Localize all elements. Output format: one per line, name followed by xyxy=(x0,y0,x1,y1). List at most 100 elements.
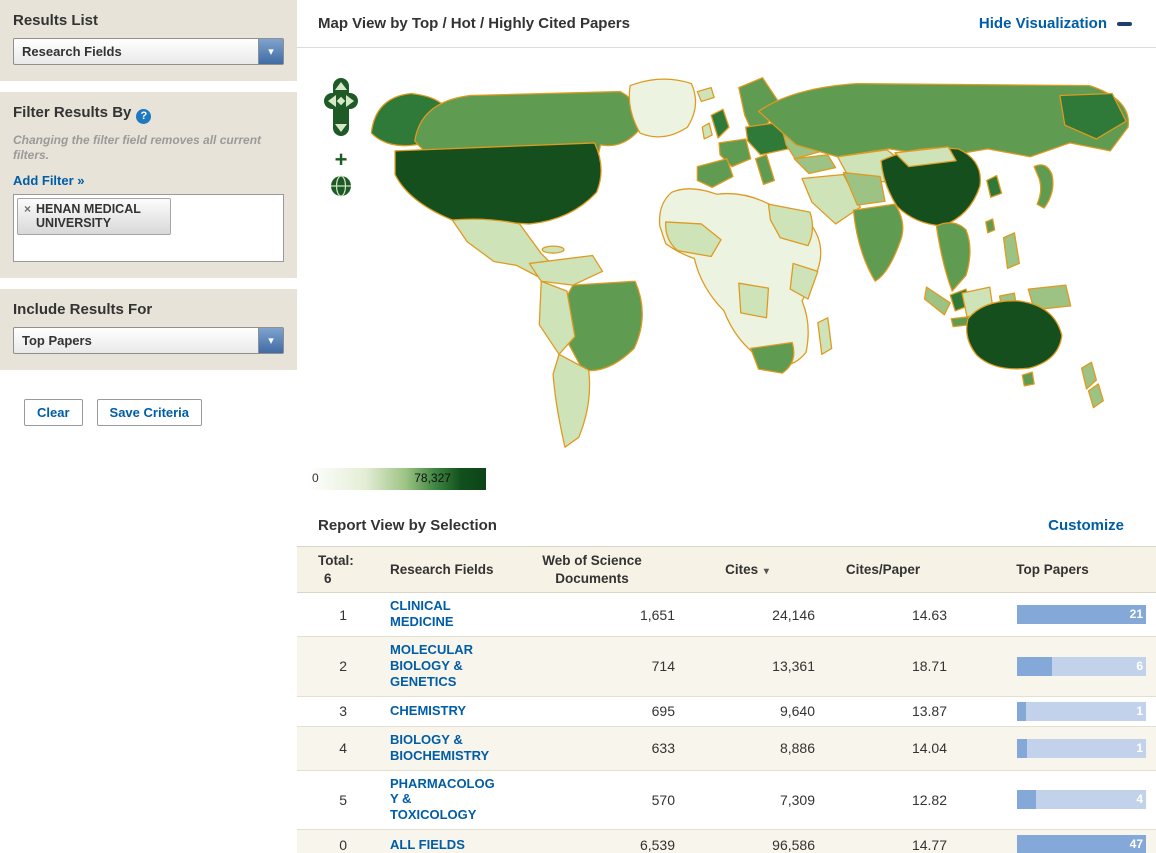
row-top-papers-cell: 1 xyxy=(949,697,1156,726)
country-new-zealand-north xyxy=(1080,361,1098,390)
research-field-link[interactable]: BIOLOGY & BIOCHEMISTRY xyxy=(390,732,498,764)
map-area: + 0 78,327 xyxy=(297,48,1156,505)
top-papers-bar-fill xyxy=(1017,701,1027,721)
sidebar: Results List Research Fields ▾ Filter Re… xyxy=(0,0,297,853)
remove-filter-icon[interactable]: × xyxy=(24,202,31,232)
row-cites-per-paper-value: 13.87 xyxy=(911,703,947,720)
hide-visualization-link[interactable]: Hide Visualization xyxy=(979,15,1132,32)
country-japan xyxy=(1033,164,1054,209)
research-fields-column-header[interactable]: Research Fields xyxy=(357,556,507,584)
map-view-header: Map View by Top / Hot / Highly Cited Pap… xyxy=(297,0,1156,48)
results-list-select[interactable]: Research Fields ▾ xyxy=(13,38,284,65)
globe-reset-button[interactable] xyxy=(330,175,352,202)
country-iberia xyxy=(696,158,734,189)
research-field-link[interactable]: MOLECULAR BIOLOGY & GENETICS xyxy=(390,642,498,690)
filter-note: Changing the filter field removes all cu… xyxy=(13,132,262,163)
research-field-link[interactable]: CHEMISTRY xyxy=(390,703,466,719)
row-docs-value: 570 xyxy=(651,791,675,808)
top-papers-bar: 6 xyxy=(1017,656,1146,676)
top-papers-bar: 4 xyxy=(1017,790,1146,810)
active-filters-box: × HENAN MEDICAL UNIVERSITY xyxy=(13,193,284,262)
globe-icon xyxy=(331,175,351,197)
top-papers-bar-label: 4 xyxy=(1136,792,1143,807)
country-tasmania xyxy=(1021,371,1035,387)
research-field-link[interactable]: CLINICAL MEDICINE xyxy=(390,598,498,630)
table-row: 2 MOLECULAR BIOLOGY & GENETICS 714 13,36… xyxy=(297,636,1156,697)
map-controls: + xyxy=(321,78,361,225)
results-list-selected-value: Research Fields xyxy=(22,44,122,59)
minus-icon[interactable] xyxy=(1117,21,1132,26)
filter-tag-label: HENAN MEDICAL UNIVERSITY xyxy=(36,201,141,231)
save-criteria-button[interactable]: Save Criteria xyxy=(96,398,203,426)
row-docs-value: 6,539 xyxy=(639,836,675,853)
row-rank: 3 xyxy=(339,703,347,720)
top-papers-bar-fill xyxy=(1017,605,1146,625)
zoom-in-button[interactable]: + xyxy=(335,149,348,171)
add-filter-link[interactable]: Add Filter » xyxy=(13,173,85,188)
filter-panel-title-text: Filter Results By xyxy=(13,104,132,121)
cites-column-label: Cites xyxy=(725,561,759,577)
top-papers-bar-fill xyxy=(1017,656,1052,676)
world-map[interactable] xyxy=(299,56,1149,461)
table-row: 3 CHEMISTRY 695 9,640 13.87 1 xyxy=(297,697,1156,727)
report-table: Total: 6 Research Fields Web of Science … xyxy=(297,547,1156,853)
wos-documents-column-header[interactable]: Web of Science Documents xyxy=(507,547,677,592)
country-argentina xyxy=(552,353,591,448)
row-rank: 0 xyxy=(339,836,347,853)
total-label: Total: xyxy=(318,553,354,568)
cites-column-header[interactable]: Cites ▾ xyxy=(677,556,817,584)
research-field-link[interactable]: ALL FIELDS xyxy=(390,837,465,853)
row-cites-value: 24,146 xyxy=(772,606,815,623)
clear-button[interactable]: Clear xyxy=(24,398,83,426)
hide-visualization-label[interactable]: Hide Visualization xyxy=(979,15,1107,32)
top-papers-bar-label: 47 xyxy=(1129,837,1143,852)
country-india xyxy=(852,203,904,282)
country-iceland xyxy=(696,86,715,103)
row-top-papers-cell: 4 xyxy=(949,785,1156,814)
country-italy xyxy=(754,154,776,186)
top-papers-column-header[interactable]: Top Papers xyxy=(949,556,1156,584)
row-cites-per-paper-value: 14.77 xyxy=(911,836,947,853)
sidebar-actions: Clear Save Criteria xyxy=(0,380,297,426)
row-docs-value: 633 xyxy=(651,740,675,757)
row-rank: 4 xyxy=(339,740,347,757)
top-papers-bar-fill xyxy=(1017,738,1028,758)
top-papers-bar: 47 xyxy=(1017,835,1146,853)
chevron-down-icon[interactable]: ▾ xyxy=(258,327,283,353)
filter-panel-title: Filter Results By? xyxy=(13,104,284,124)
include-results-select[interactable]: Top Papers ▾ xyxy=(13,326,284,354)
country-south-africa xyxy=(750,341,795,374)
country-indochina xyxy=(935,222,971,292)
filter-tag[interactable]: × HENAN MEDICAL UNIVERSITY xyxy=(17,197,171,236)
row-cites-per-paper-value: 14.63 xyxy=(911,606,947,623)
total-value: 6 xyxy=(324,570,332,586)
total-count: Total: 6 xyxy=(297,547,357,592)
map-view-title: Map View by Top / Hot / Highly Cited Pap… xyxy=(318,15,630,32)
chevron-down-icon[interactable]: ▾ xyxy=(258,39,283,64)
top-papers-bar-label: 6 xyxy=(1136,658,1143,673)
main-content: Map View by Top / Hot / Highly Cited Pap… xyxy=(297,0,1156,853)
row-field-cell: CHEMISTRY xyxy=(357,697,507,725)
table-row: 5 PHARMACOLOGY & TOXICOLOGY 570 7,309 12… xyxy=(297,771,1156,831)
country-central-africa xyxy=(738,282,770,319)
report-table-header-row: Total: 6 Research Fields Web of Science … xyxy=(297,547,1156,594)
row-field-cell: PHARMACOLOGY & TOXICOLOGY xyxy=(357,771,507,830)
customize-link[interactable]: Customize xyxy=(1048,517,1124,534)
row-top-papers-cell: 1 xyxy=(949,734,1156,763)
help-icon[interactable]: ? xyxy=(136,108,152,124)
top-papers-bar: 1 xyxy=(1017,701,1146,721)
research-field-link[interactable]: PHARMACOLOGY & TOXICOLOGY xyxy=(390,776,498,824)
map-legend: 0 78,327 xyxy=(308,468,486,490)
legend-min-label: 0 xyxy=(312,471,319,485)
row-docs-value: 714 xyxy=(651,658,675,675)
row-field-cell: CLINICAL MEDICINE xyxy=(357,593,507,636)
pan-control[interactable] xyxy=(324,78,358,136)
country-new-zealand-south xyxy=(1087,383,1104,409)
report-table-body: 1 CLINICAL MEDICINE 1,651 24,146 14.63 2… xyxy=(297,593,1156,853)
zoom-out-button[interactable] xyxy=(337,207,345,225)
esi-page: Results List Research Fields ▾ Filter Re… xyxy=(0,0,1156,853)
results-list-title: Results List xyxy=(13,12,99,29)
country-ireland xyxy=(701,122,713,140)
row-cites-value: 13,361 xyxy=(772,658,815,675)
cites-per-paper-column-header[interactable]: Cites/Paper xyxy=(817,556,949,584)
